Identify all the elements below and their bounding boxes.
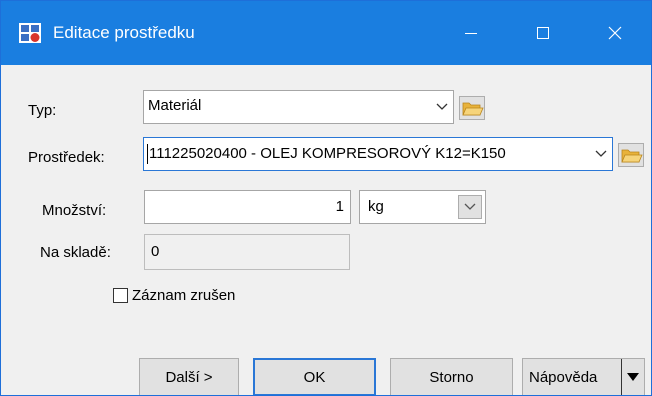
napoveda-button-label: Nápověda xyxy=(529,368,598,386)
maximize-icon xyxy=(537,27,549,39)
zaznam-zrusen-label[interactable]: Záznam zrušen xyxy=(132,286,235,306)
ok-button-label: OK xyxy=(303,368,326,386)
unit-dropdown-button[interactable] xyxy=(458,195,482,219)
napoveda-button[interactable]: Nápověda xyxy=(522,358,645,395)
prostredek-dropdown[interactable]: 111225020400 - OLEJ KOMPRESOROVÝ K12=K15… xyxy=(143,137,613,171)
prostredek-value: 111225020400 - OLEJ KOMPRESOROVÝ K12=K15… xyxy=(147,144,506,164)
dialog-window: Editace prostředku Typ: Materiál Prostře… xyxy=(0,0,652,396)
napoveda-dropdown-arrow[interactable] xyxy=(621,359,644,395)
title-bar[interactable]: Editace prostředku xyxy=(1,1,651,65)
dalsi-button-label: Další > xyxy=(165,368,213,386)
minimize-button[interactable] xyxy=(435,1,507,65)
mnozstvi-value: 1 xyxy=(335,198,344,215)
typ-dropdown[interactable]: Materiál xyxy=(143,90,454,124)
chevron-down-icon[interactable] xyxy=(431,91,453,123)
folder-open-icon[interactable] xyxy=(459,96,485,120)
triangle-down-icon xyxy=(627,373,639,381)
close-button[interactable] xyxy=(579,1,651,65)
chevron-down-icon[interactable] xyxy=(590,138,612,170)
storno-button[interactable]: Storno xyxy=(390,358,513,395)
mnozstvi-input[interactable]: 1 xyxy=(144,190,351,224)
typ-value: Materiál xyxy=(148,97,202,114)
storno-button-label: Storno xyxy=(429,368,474,386)
na-sklade-label: Na skladě: xyxy=(40,244,111,261)
ok-button[interactable]: OK xyxy=(253,358,376,395)
chevron-down-icon xyxy=(464,203,476,210)
maximize-button[interactable] xyxy=(507,1,579,65)
window-title: Editace prostředku xyxy=(53,23,195,42)
unit-dropdown[interactable]: kg xyxy=(359,190,486,224)
minimize-icon xyxy=(465,33,477,34)
typ-label: Typ: xyxy=(28,102,57,119)
zaznam-zrusen-checkbox[interactable] xyxy=(113,288,128,303)
prostredek-label: Prostředek: xyxy=(28,149,105,166)
na-sklade-field: 0 xyxy=(144,234,350,270)
app-icon xyxy=(19,23,41,43)
close-icon xyxy=(608,26,622,40)
dalsi-button[interactable]: Další > xyxy=(139,358,239,395)
mnozstvi-label: Množství: xyxy=(42,202,107,219)
folder-open-icon[interactable] xyxy=(618,143,644,167)
unit-value: kg xyxy=(368,198,384,215)
na-sklade-value: 0 xyxy=(151,243,160,260)
